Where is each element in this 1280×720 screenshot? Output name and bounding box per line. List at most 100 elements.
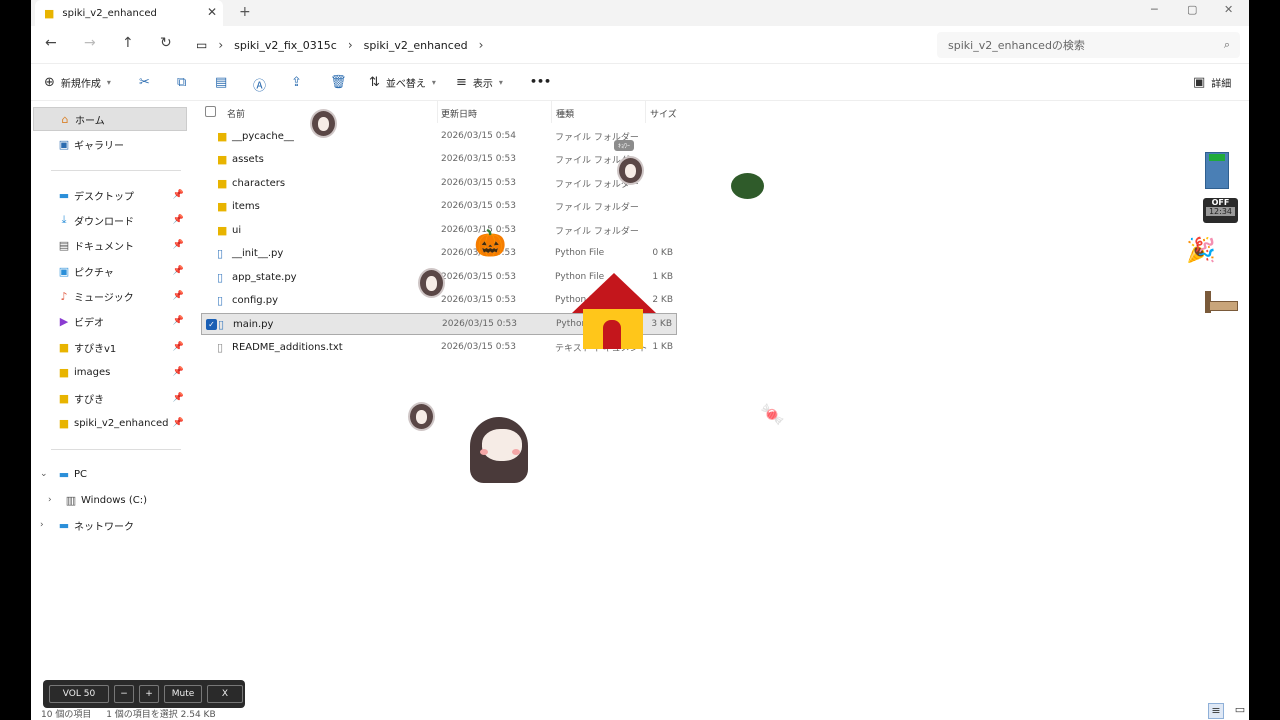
new-tab-button[interactable]: + (239, 4, 251, 20)
pin-icon[interactable]: 📌 (173, 418, 184, 428)
pin-icon[interactable]: 📌 (173, 266, 184, 276)
chibi-head-sprite[interactable] (408, 402, 435, 431)
sidebar-item-desktop[interactable]: ▬ デスクトップ 📌 (33, 183, 186, 207)
chibi-head-sprite[interactable] (617, 156, 644, 185)
monitor-icon[interactable]: ▭ (196, 38, 207, 52)
minimize-button[interactable]: ─ (1151, 3, 1158, 16)
digital-clock-widget[interactable]: OFF 12:34 (1203, 198, 1238, 223)
sidebar-item-supiki-v1[interactable]: ■ すぴきv1 📌 (33, 335, 186, 359)
share-button[interactable]: ⇪ (291, 75, 302, 90)
sidebar-item-pictures[interactable]: ▣ ピクチャ 📌 (33, 259, 186, 283)
volume-down-button[interactable]: − (114, 685, 134, 703)
search-input[interactable]: spiki_v2_enhancedの検索 ⌕ (937, 32, 1240, 58)
delete-button[interactable]: 🗑 (330, 75, 347, 90)
chibi-head-sprite[interactable] (310, 109, 337, 138)
mute-button[interactable]: Mute (164, 685, 202, 703)
cut-button[interactable]: ✂ (139, 75, 150, 90)
sidebar-item-spiki-v2-enhanced[interactable]: ■ spiki_v2_enhanced 📌 (33, 411, 186, 435)
chibi-character-sprite[interactable] (466, 415, 532, 485)
column-divider[interactable] (645, 101, 646, 123)
column-header-date[interactable]: 更新日時 (441, 107, 477, 120)
candy-icon[interactable]: 🍬 (760, 402, 785, 426)
up-button[interactable]: ↑ (122, 35, 134, 51)
pin-icon[interactable]: 📌 (173, 342, 184, 352)
pin-icon[interactable]: 📌 (173, 190, 184, 200)
pin-icon[interactable]: 📌 (173, 367, 184, 377)
door-icon[interactable] (1205, 152, 1229, 189)
breadcrumb-item[interactable]: spiki_v2_fix_0315c (234, 39, 337, 52)
home-icon: ⌂ (61, 112, 69, 126)
paste-button[interactable]: ▤ (215, 75, 227, 90)
sort-button[interactable]: ⇅ 並べ替え ▾ (369, 75, 436, 90)
folder-icon: ■ (217, 199, 228, 213)
details-button[interactable]: ▣ 詳細 (1193, 75, 1231, 90)
pin-icon[interactable]: 📌 (173, 240, 184, 250)
sidebar-item-label: ミュージック (74, 292, 134, 304)
tab-spiki-v2-enhanced[interactable]: ■ spiki_v2_enhanced ✕ (35, 0, 223, 26)
back-button[interactable]: ← (45, 35, 57, 51)
rename-button[interactable]: Ⓐ (253, 75, 266, 94)
jack-o-lantern-icon[interactable]: 🎃 (474, 229, 506, 259)
sidebar-item-gallery[interactable]: ▣ ギャラリー (33, 132, 186, 156)
details-view-icon[interactable]: ≡ (1208, 703, 1224, 719)
pin-icon[interactable]: 📌 (173, 291, 184, 301)
close-tab-icon[interactable]: ✕ (207, 5, 217, 19)
title-bar: ■ spiki_v2_enhanced ✕ + ─ ▢ ✕ (31, 0, 1249, 26)
column-header-size[interactable]: サイズ (650, 107, 677, 120)
table-row[interactable]: ■ ui 2026/03/15 0:53 ファイル フォルダー (201, 219, 677, 241)
column-header-name[interactable]: 名前 (227, 107, 245, 120)
breadcrumb-separator[interactable]: › (479, 38, 484, 52)
sidebar-item-home[interactable]: ⌂ ホーム (33, 107, 187, 131)
column-header-type[interactable]: 種類 (556, 107, 574, 120)
sidebar-item-windows-c[interactable]: ▥ Windows (C:) (33, 488, 186, 512)
sidebar-item-pc[interactable]: ▬ PC (33, 462, 186, 486)
clock-state: OFF (1211, 198, 1230, 207)
close-window-button[interactable]: ✕ (1224, 3, 1233, 16)
pin-icon[interactable]: 📌 (173, 393, 184, 403)
view-button[interactable]: ≡ 表示 ▾ (456, 75, 503, 90)
row-checkbox[interactable]: ✓ (206, 318, 217, 330)
sidebar-divider (51, 449, 181, 450)
breadcrumb-item[interactable]: spiki_v2_enhanced (364, 39, 468, 52)
sidebar-item-videos[interactable]: ▶ ビデオ 📌 (33, 309, 186, 333)
sidebar-item-label: spiki_v2_enhanced (74, 417, 169, 429)
pin-icon[interactable]: 📌 (173, 316, 184, 326)
forward-button[interactable]: → (84, 35, 96, 51)
select-all-checkbox[interactable] (205, 106, 216, 117)
table-row[interactable]: ■ items 2026/03/15 0:53 ファイル フォルダー (201, 195, 677, 217)
breadcrumb[interactable]: ▭ › spiki_v2_fix_0315c › spiki_v2_enhanc… (196, 32, 926, 58)
chibi-head-sprite[interactable] (418, 268, 445, 298)
sidebar-item-supiki[interactable]: ■ すぴき 📌 (33, 386, 186, 410)
green-pumpkin-icon[interactable] (731, 173, 764, 199)
sidebar-item-music[interactable]: ♪ ミュージック 📌 (33, 284, 186, 308)
maximize-button[interactable]: ▢ (1187, 3, 1197, 16)
breadcrumb-separator[interactable]: › (348, 38, 353, 52)
pin-icon[interactable]: 📌 (173, 215, 184, 225)
sidebar-item-documents[interactable]: ▤ ドキュメント 📌 (33, 233, 186, 257)
copy-button[interactable]: ⧉ (177, 75, 186, 90)
tiles-view-icon[interactable]: ▭ (1232, 703, 1248, 719)
table-row[interactable]: ■ __pycache__ 2026/03/15 0:54 ファイル フォルダー (201, 125, 677, 147)
search-icon[interactable]: ⌕ (1224, 38, 1230, 52)
view-label: 表示 (472, 79, 493, 90)
sidebar-item-label: ホーム (75, 115, 105, 127)
column-divider[interactable] (551, 101, 552, 123)
table-row[interactable]: ■ assets 2026/03/15 0:53 ファイル フォルダー (201, 148, 677, 170)
column-divider[interactable] (437, 101, 438, 123)
new-button[interactable]: ⊕ 新規作成 ▾ (44, 75, 111, 90)
header-row (201, 101, 677, 123)
table-row[interactable]: ▯ __init__.py 2026/03/15 0:53 Python Fil… (201, 242, 677, 264)
party-popper-icon[interactable]: 🎉 (1186, 236, 1216, 264)
sidebar-item-downloads[interactable]: ⤓ ダウンロード 📌 (33, 208, 186, 232)
volume-up-button[interactable]: + (139, 685, 159, 703)
table-row[interactable]: ■ characters 2026/03/15 0:53 ファイル フォルダー (201, 172, 677, 194)
sidebar-item-images[interactable]: ■ images 📌 (33, 360, 186, 384)
door-sign-icon (1209, 154, 1225, 161)
close-volume-button[interactable]: X (207, 685, 243, 703)
refresh-button[interactable]: ↻ (160, 35, 172, 51)
sidebar-item-network[interactable]: ▬ ネットワーク (33, 513, 186, 537)
bed-icon[interactable] (1205, 291, 1238, 314)
breadcrumb-separator[interactable]: › (218, 38, 223, 52)
chevron-down-icon: ▾ (498, 78, 503, 87)
more-button[interactable]: ••• (530, 75, 551, 88)
